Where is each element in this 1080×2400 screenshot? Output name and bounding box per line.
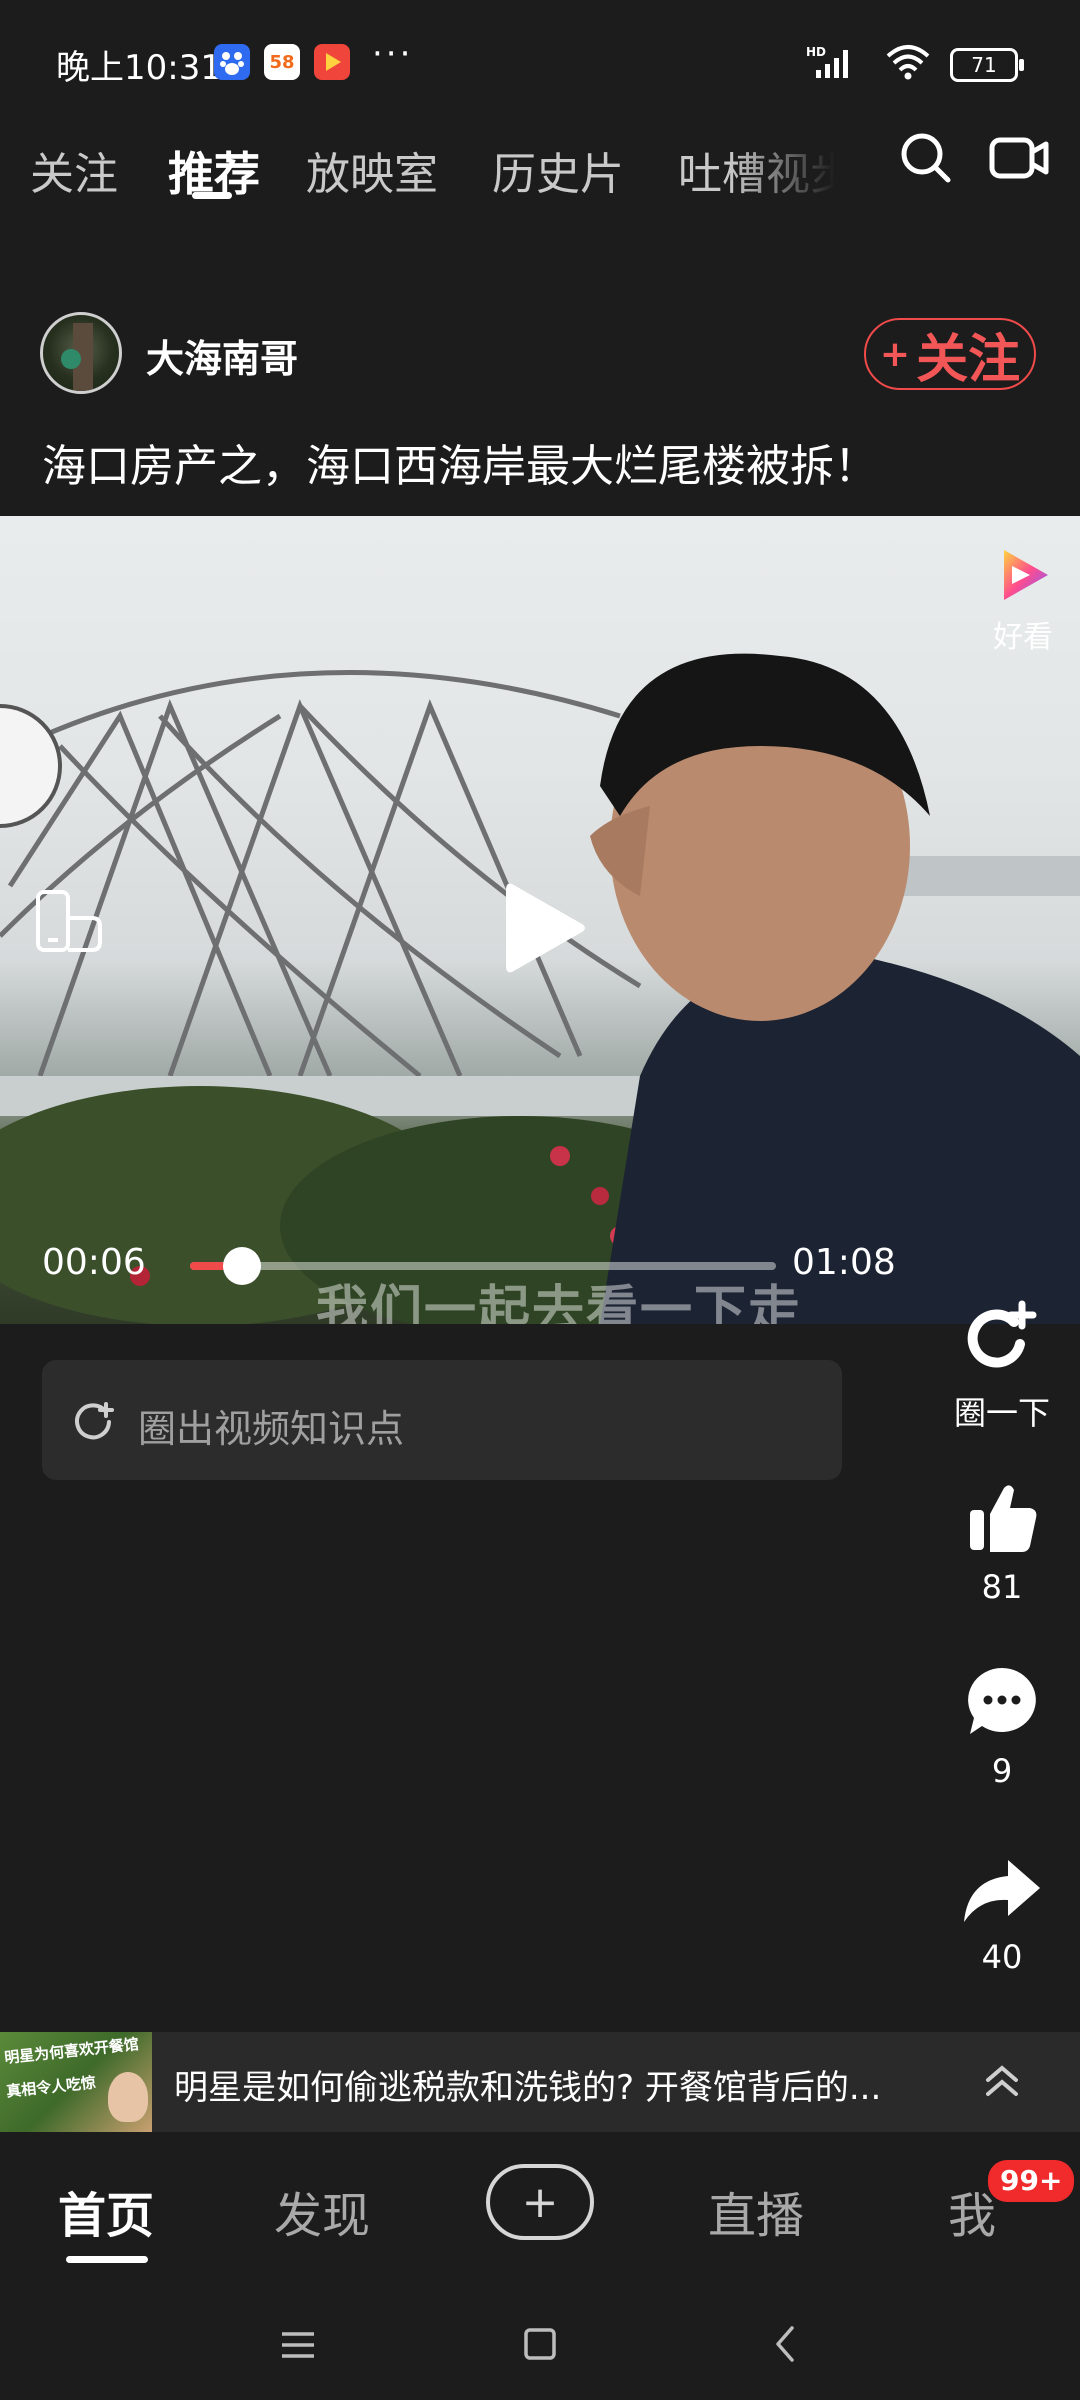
circle-plus-icon (967, 1300, 1037, 1368)
tab-fade-overlay (730, 120, 880, 210)
battery-icon: 71 (950, 48, 1024, 82)
haokan-logo-icon (1004, 550, 1048, 600)
recommend-banner[interactable]: 明星为何喜欢开餐馆 真相令人吃惊 明星是如何偷逃税款和洗钱的? 开餐馆背后的..… (0, 2032, 1080, 2132)
status-bar: 晚上10:31 58 ··· HD 71 (0, 0, 1080, 120)
nav-discover[interactable]: 发现 (274, 2176, 370, 2246)
back-icon[interactable] (770, 2324, 800, 2368)
active-tab-indicator (192, 192, 232, 199)
haokan-brand: 好看 (988, 546, 1058, 656)
tab-follow[interactable]: 关注 (30, 138, 118, 202)
knowledge-placeholder: 圈出视频知识点 (138, 1407, 405, 1451)
comment-action[interactable]: 9 (940, 1664, 1064, 1790)
circle-label: 圈一下 (953, 1394, 1050, 1432)
total-time: 01:08 (792, 1242, 896, 1283)
tab-history[interactable]: 历史片 (492, 138, 624, 202)
search-icon[interactable] (896, 128, 956, 192)
home-square-icon[interactable] (522, 2326, 558, 2366)
comment-count: 9 (991, 1752, 1013, 1790)
nav-active-indicator (66, 2256, 148, 2263)
like-count: 81 (981, 1568, 1023, 1606)
app-58-text: 58 (269, 51, 295, 73)
author-name[interactable]: 大海南哥 (146, 328, 298, 383)
progress-knob[interactable] (223, 1247, 261, 1285)
play-button[interactable] (500, 876, 590, 984)
haokan-label: 好看 (993, 620, 1053, 655)
nav-home[interactable]: 首页 (58, 2176, 154, 2246)
follow-plus: + (879, 333, 911, 375)
knowledge-point-box[interactable]: 圈出视频知识点 (42, 1360, 842, 1480)
battery-level: 71 (971, 53, 997, 77)
status-time: 晚上10:31 (56, 48, 222, 88)
more-status-icon: ··· (372, 34, 414, 74)
app-58-icon: 58 (264, 44, 300, 80)
banner-thumb-text-2: 真相令人吃惊 (5, 2073, 97, 2101)
nav-plus-label: + (521, 2176, 559, 2228)
video-player[interactable]: 好看 我们一起去看一下走 00:06 01:08 (0, 516, 1080, 1324)
baidu-app-icon (214, 44, 250, 80)
camera-icon[interactable] (988, 130, 1052, 190)
top-tab-bar: 关注 推荐 放映室 历史片 吐槽视步 (0, 120, 1080, 230)
share-count: 40 (981, 1938, 1023, 1976)
thumbs-up-icon (970, 1485, 1037, 1552)
refresh-circle-icon (70, 1398, 116, 1448)
svg-text:HD: HD (806, 45, 826, 59)
nav-live[interactable]: 直播 (708, 2176, 804, 2246)
share-action[interactable]: 40 (940, 1854, 1064, 1976)
banner-thumb-text-1: 明星为何喜欢开餐馆 (3, 2034, 140, 2068)
haokan-app-icon (314, 44, 350, 80)
progress-track[interactable] (190, 1262, 776, 1270)
tab-theater[interactable]: 放映室 (306, 138, 438, 202)
video-title: 海口房产之，海口西海岸最大烂尾楼被拆！ (42, 441, 878, 492)
notification-badge: 99+ (988, 2160, 1075, 2202)
follow-label: 关注 (916, 329, 1021, 390)
banner-thumbnail: 明星为何喜欢开餐馆 真相令人吃惊 (0, 2032, 152, 2132)
banner-title: 明星是如何偷逃税款和洗钱的? 开餐馆背后的... (174, 2068, 882, 2108)
menu-icon[interactable] (278, 2328, 318, 2366)
avatar[interactable] (40, 312, 122, 394)
comment-icon (968, 1668, 1036, 1734)
system-nav-bar (0, 2290, 1080, 2400)
wifi-icon (886, 44, 930, 84)
share-icon (964, 1860, 1040, 1922)
current-time: 00:06 (42, 1242, 146, 1283)
chevron-up-icon[interactable] (980, 2058, 1024, 2110)
nav-publish-button[interactable]: + (486, 2164, 594, 2240)
bottom-nav: 首页 发现 + 直播 我 99+ (0, 2136, 1080, 2286)
circle-action[interactable]: 圈一下 (940, 1300, 1064, 1434)
like-action[interactable]: 81 (940, 1480, 1064, 1606)
signal-icon: HD (806, 44, 862, 84)
video-subtitle: 我们一起去看一下走 (316, 1281, 803, 1324)
rotate-screen-icon[interactable] (34, 888, 106, 960)
follow-button[interactable]: + 关注 (864, 318, 1036, 390)
